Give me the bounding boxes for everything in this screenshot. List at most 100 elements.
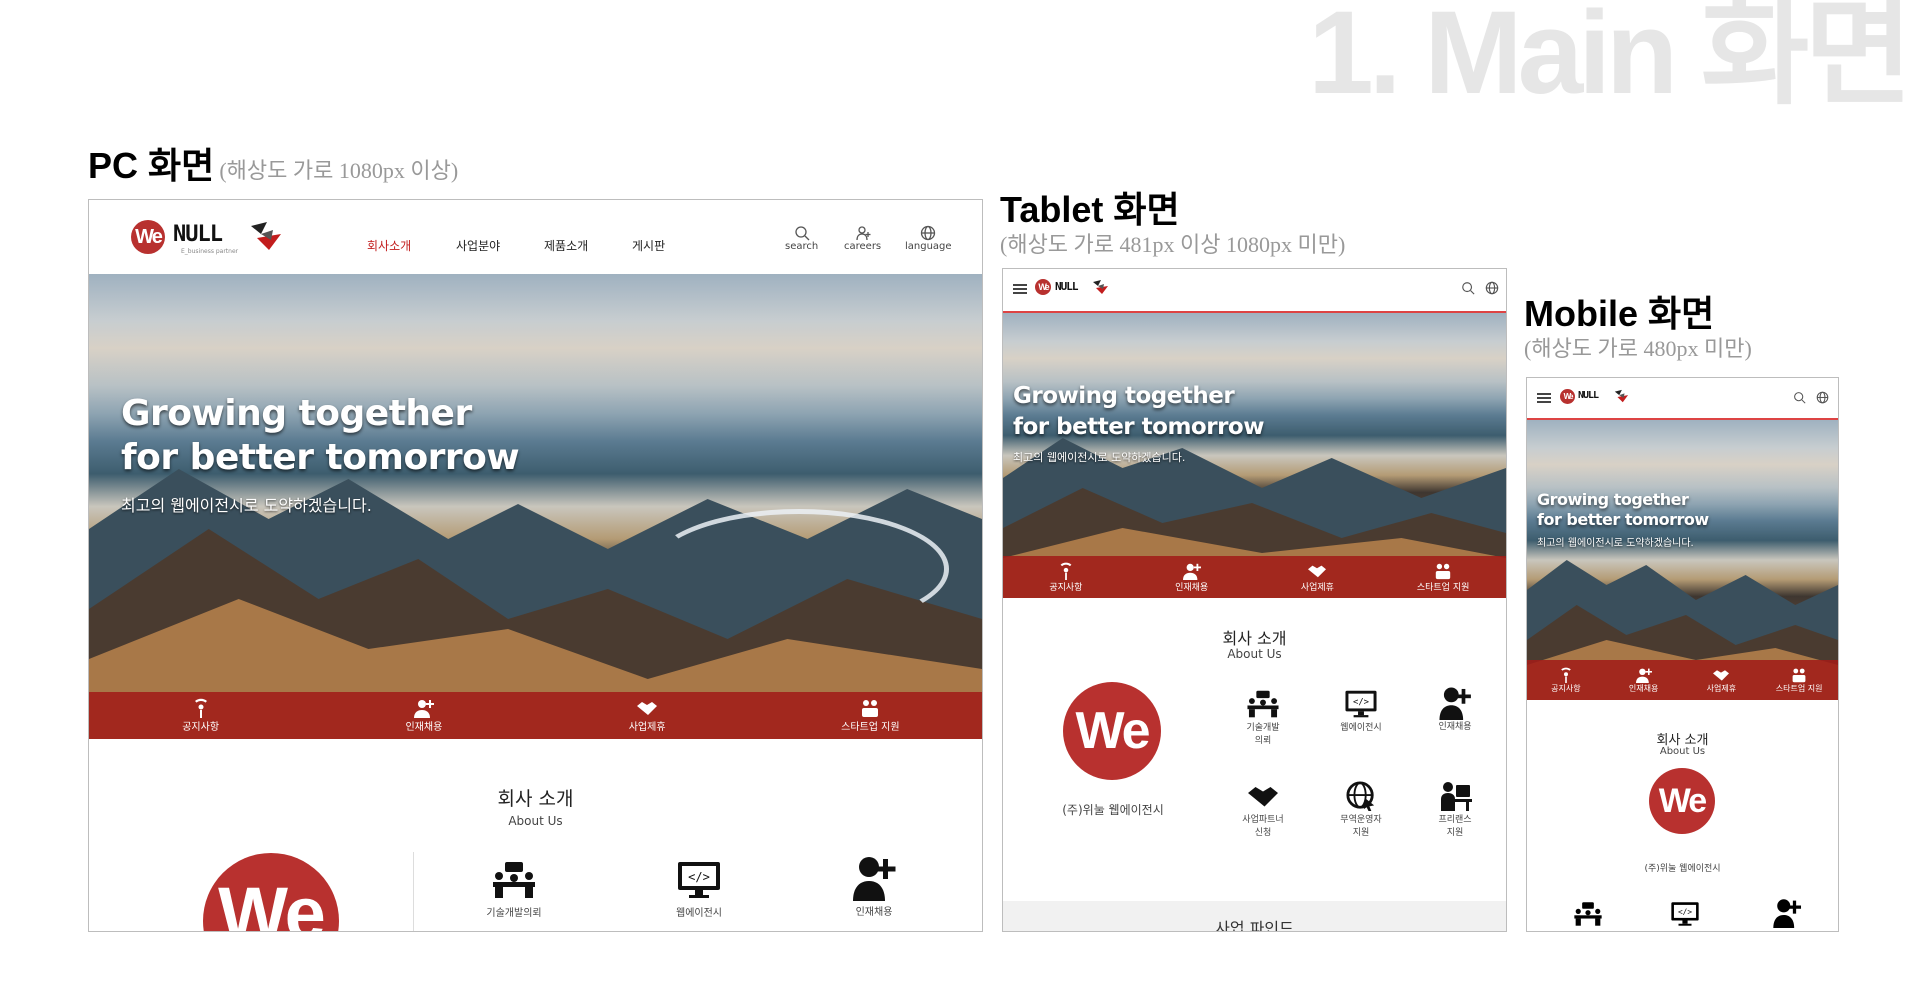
service-web-agency[interactable]: </> 웹에이전시: [634, 860, 764, 919]
quick-links-bar: 공지사항 인재채용 사업제휴 스타트업 지원: [1527, 660, 1838, 700]
hero-line-2: for better tomorrow: [1537, 510, 1709, 529]
hero-subtitle: 최고의 웹에이전시로 도약하겠습니다.: [1537, 538, 1694, 549]
service-label: 무역운영자 지원: [1340, 815, 1382, 838]
service-partner[interactable]: 사업파트너 신청: [1223, 781, 1303, 840]
tablet-section-title: Tablet 화면: [1000, 189, 1180, 230]
service-recruit[interactable]: 인재채용: [809, 855, 939, 918]
mobile-section-title: Mobile 화면: [1524, 293, 1715, 334]
quick-link-recruit[interactable]: 인재채용: [1605, 660, 1683, 700]
service-freelance[interactable]: 프리랜스 지원: [1415, 781, 1495, 840]
globe-icon: [921, 225, 936, 241]
globe-icon[interactable]: [1816, 391, 1829, 404]
search-icon: [794, 226, 810, 241]
service-label: 인재채용: [1438, 722, 1472, 732]
quick-link-label: 스타트업 지원: [1775, 683, 1823, 693]
quick-link-startup[interactable]: 스타트업 지원: [1380, 556, 1506, 598]
hero-subtitle: 최고의 웹에이전시로 도약하겠습니다.: [1013, 451, 1186, 464]
hero-river-image: [649, 509, 949, 629]
quick-link-label: 공지사항: [1551, 683, 1581, 693]
meeting-icon: [1247, 690, 1279, 718]
quick-link-notice[interactable]: 공지사항: [89, 692, 312, 739]
about-title: 회사 소개: [497, 788, 574, 810]
about-title: 회사 소개: [1222, 629, 1287, 648]
quick-link-label: 사업제휴: [1706, 683, 1737, 693]
about-subtitle: About Us: [508, 814, 563, 828]
quick-link-label: 스타트업 지원: [841, 722, 900, 733]
quick-link-label: 인재채용: [1628, 683, 1659, 693]
service-recruit[interactable]: 인재채용: [1415, 686, 1495, 734]
service-web-agency[interactable]: </> 웹에이전시: [1321, 689, 1401, 735]
quick-link-startup[interactable]: 스타트업 지원: [1760, 660, 1838, 700]
hero-line-1: Growing together: [1013, 383, 1235, 409]
logo-we-mark[interactable]: We: [131, 220, 165, 254]
page-title: 1. Main 화면: [1308, 0, 1913, 119]
quick-link-recruit[interactable]: 인재채용: [312, 692, 535, 739]
quick-link-label: 사업제휴: [628, 722, 666, 733]
menu-icon[interactable]: [1013, 282, 1027, 296]
mobile-section-heading: Mobile 화면 (해상도 가로 480px 미만): [1524, 296, 1752, 360]
service-label: 웹에이전시: [1340, 723, 1382, 733]
careers-button[interactable]: careers: [844, 225, 881, 252]
person-add-icon: [1182, 563, 1201, 580]
careers-label: careers: [844, 241, 882, 252]
hero-line-2: for better tomorrow: [121, 437, 520, 478]
logo-emblem-icon: [1093, 280, 1108, 294]
hero-banner: Growing together for better tomorrow 최고의…: [1003, 311, 1506, 598]
service-label: 인재채용: [855, 907, 893, 918]
nav-item-company[interactable]: 회사소개: [367, 237, 411, 254]
nav-item-board[interactable]: 게시판: [632, 237, 665, 254]
handshake-icon: [1713, 669, 1730, 681]
hero-heading: Growing together for better tomorrow: [1013, 381, 1264, 443]
handshake-icon: [1308, 565, 1327, 577]
handshake-icon: [637, 702, 658, 715]
nav-item-business[interactable]: 사업분야: [456, 237, 500, 254]
person-add-icon[interactable]: [1772, 898, 1802, 928]
service-tech-dev[interactable]: 기술개발 의뢰: [1223, 689, 1303, 748]
quick-link-notice[interactable]: 공지사항: [1527, 660, 1605, 700]
logo-we-mark[interactable]: We: [1035, 279, 1051, 295]
monitor-code-icon[interactable]: </>: [1670, 901, 1700, 927]
tablet-section-heading: Tablet 화면 (해상도 가로 481px 이상 1080px 미만): [1000, 192, 1345, 256]
search-button[interactable]: search: [785, 225, 818, 252]
service-tech-dev[interactable]: 기술개발의뢰: [439, 860, 589, 919]
about-divider: [413, 852, 414, 931]
quick-link-label: 스타트업 지원: [1416, 582, 1470, 593]
person-plus-icon: [855, 226, 871, 241]
desk-worker-icon: [1441, 782, 1472, 811]
logo-emblem-icon: [251, 222, 281, 250]
quick-link-partnership[interactable]: 사업제휴: [1255, 556, 1381, 598]
logo-we-mark[interactable]: We: [1560, 389, 1575, 404]
svg-text:</>: </>: [1678, 908, 1692, 917]
meeting-icon[interactable]: [1573, 901, 1603, 927]
service-label: 사업파트너 신청: [1242, 815, 1284, 838]
quick-links-bar: 공지사항 인재채용 사업제휴 스타트업 지원: [1003, 556, 1506, 598]
language-label: language: [905, 241, 952, 252]
quick-link-label: 인재채용: [405, 722, 443, 733]
search-icon[interactable]: [1793, 391, 1806, 404]
pc-section-note: (해상도 가로 1080px 이상): [219, 158, 459, 183]
service-trade[interactable]: 무역운영자 지원: [1321, 781, 1401, 840]
search-icon[interactable]: [1461, 281, 1475, 295]
service-label: 기술개발의뢰: [486, 908, 542, 919]
quick-link-startup[interactable]: 스타트업 지원: [759, 692, 982, 739]
tablet-section-note: (해상도 가로 481px 이상 1080px 미만): [1000, 232, 1346, 257]
company-name: (주)위눌 웹에이전시: [1644, 864, 1721, 874]
quick-link-notice[interactable]: 공지사항: [1003, 556, 1129, 598]
language-button[interactable]: language: [905, 225, 952, 252]
quick-link-partnership[interactable]: 사업제휴: [536, 692, 759, 739]
broadcast-icon: [1561, 667, 1571, 683]
pc-section-title: PC 화면: [88, 145, 215, 186]
person-add-icon: [853, 857, 896, 901]
quick-link-recruit[interactable]: 인재채용: [1129, 556, 1255, 598]
service-label: 프리랜스 지원: [1438, 815, 1472, 838]
globe-icon[interactable]: [1485, 281, 1499, 295]
menu-icon[interactable]: [1537, 391, 1551, 405]
quick-link-partnership[interactable]: 사업제휴: [1683, 660, 1761, 700]
about-logo-we: We: [1063, 682, 1161, 780]
nav-item-products[interactable]: 제품소개: [544, 237, 588, 254]
pc-frame: We NULL E_business partner 회사소개 사업분야 제품소…: [88, 199, 983, 932]
hero-banner: Growing together for better tomorrow 최고의…: [89, 274, 982, 739]
logo-null-text: NULL: [1055, 280, 1078, 293]
about-subtitle: About Us: [1227, 647, 1282, 661]
tablet-frame: We NULL Growing together for better tomo…: [1002, 268, 1507, 932]
